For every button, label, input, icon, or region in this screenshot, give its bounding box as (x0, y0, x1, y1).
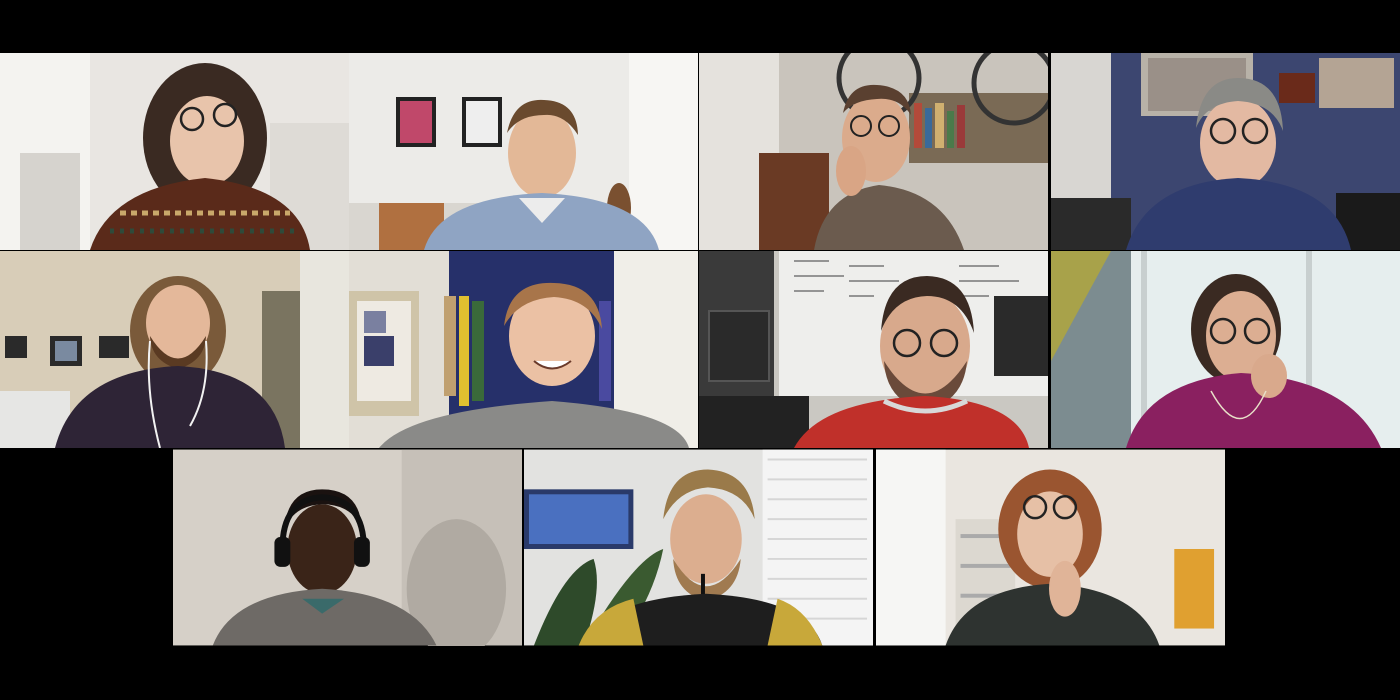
participant-video (1051, 251, 1400, 448)
participant-tile-10[interactable] (524, 449, 873, 646)
participant-tile-3[interactable] (699, 53, 1048, 250)
participant-video (524, 449, 873, 646)
participant-video (1051, 53, 1400, 250)
participant-tile-5[interactable] (0, 251, 349, 448)
participant-tile-6[interactable] (349, 251, 698, 448)
participant-video (876, 449, 1225, 646)
participant-tile-11[interactable] (876, 449, 1225, 646)
participant-tile-9[interactable] (173, 449, 522, 646)
participant-tile-8[interactable] (1051, 251, 1400, 448)
participant-tile-2[interactable] (349, 53, 698, 250)
participant-tile-1[interactable] (0, 53, 349, 250)
video-gallery (0, 0, 1400, 700)
participant-video (349, 53, 698, 250)
participant-video (173, 449, 522, 646)
participant-tile-7[interactable] (699, 251, 1048, 448)
participant-video (0, 251, 349, 448)
participant-tile-4[interactable] (1051, 53, 1400, 250)
participant-video (0, 53, 349, 250)
participant-video (699, 53, 1048, 250)
participant-video (349, 251, 698, 448)
participant-video (699, 251, 1048, 448)
